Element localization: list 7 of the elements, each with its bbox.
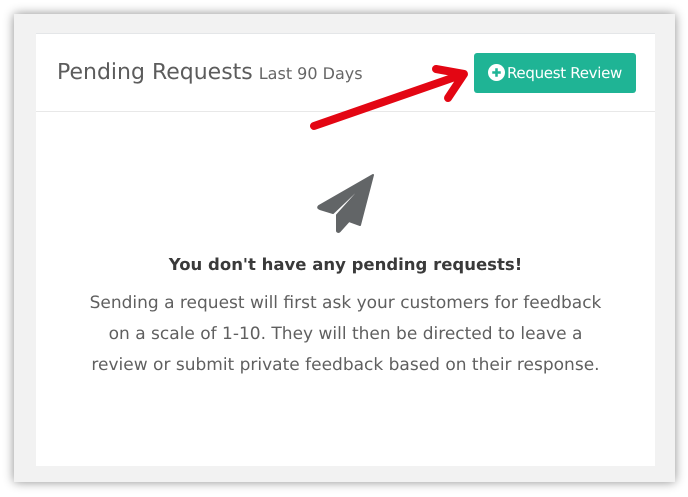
paper-plane-icon — [316, 173, 376, 233]
panel-title: Pending Requests — [57, 60, 253, 85]
panel-subtitle: Last 90 Days — [258, 64, 363, 83]
request-review-button[interactable]: Request Review — [474, 52, 636, 92]
empty-heading: You don't have any pending requests! — [168, 255, 522, 274]
plus-circle-icon — [488, 64, 505, 81]
empty-message: Sending a request will first ask your customers for feedback on a scale of 1-10. They will then be directed to leave a review or submit private feedback based on their response. — [88, 292, 602, 377]
